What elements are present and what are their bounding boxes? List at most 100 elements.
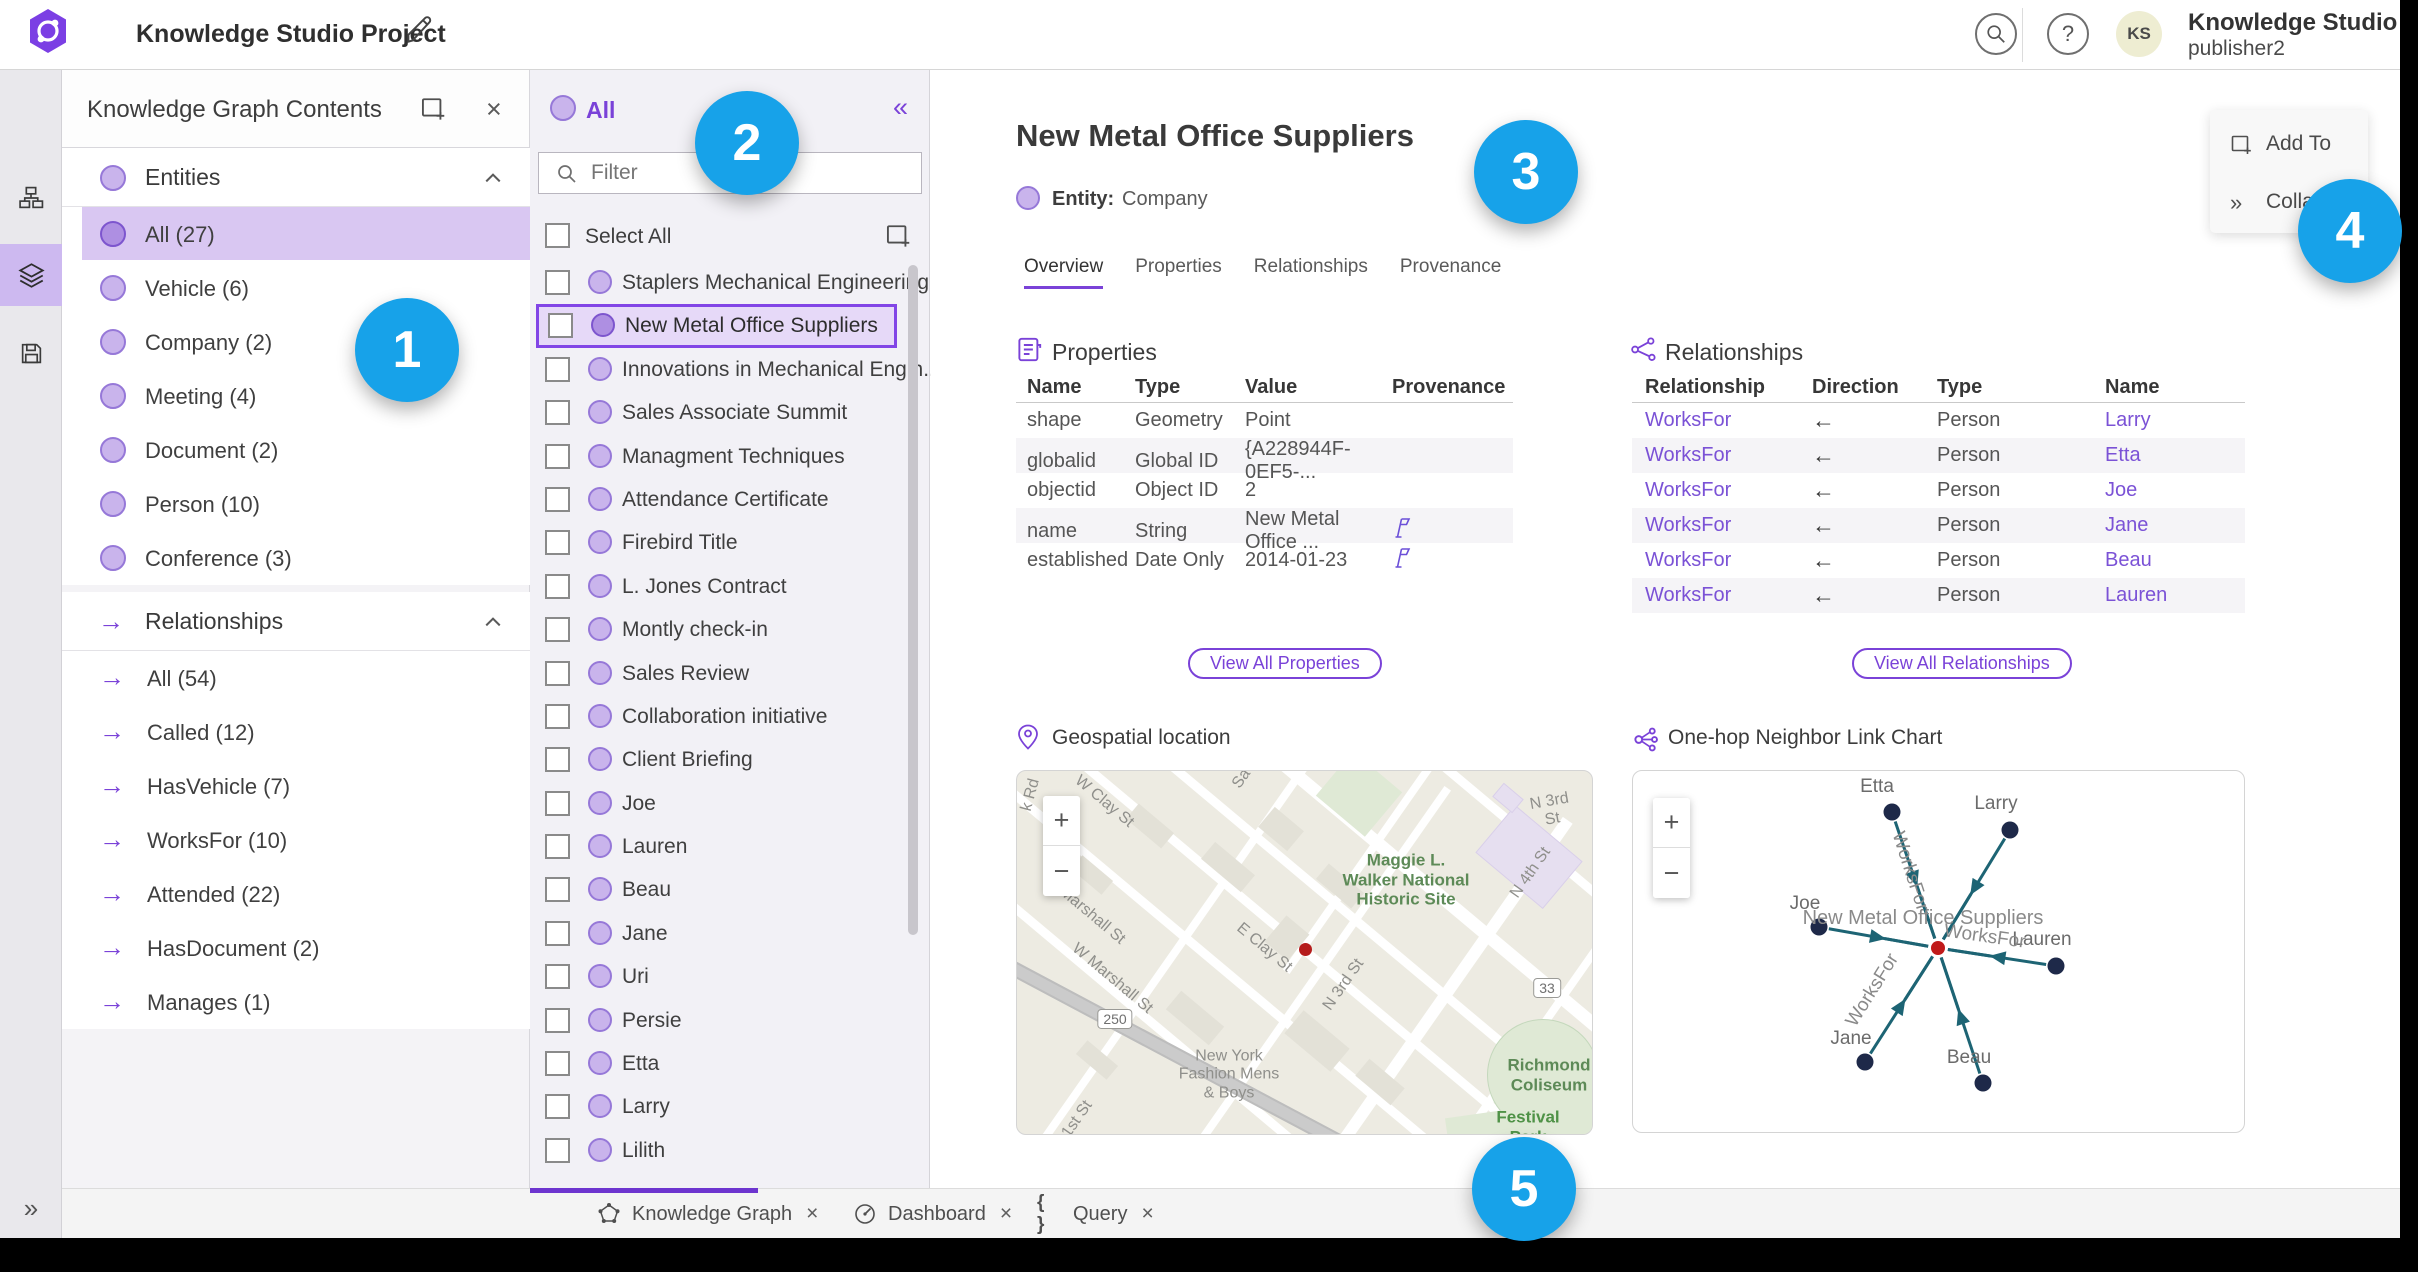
item-checkbox[interactable] [545, 964, 570, 990]
relationship-link[interactable]: WorksFor [1645, 584, 1812, 607]
item-checkbox[interactable] [545, 356, 570, 382]
relationship-type-item[interactable]: → WorksFor (10) [62, 813, 530, 867]
detail-tab[interactable]: Provenance [1400, 256, 1501, 289]
item-checkbox[interactable] [545, 617, 570, 643]
list-item[interactable]: New Metal Office Suppliers [536, 304, 897, 348]
item-checkbox[interactable] [545, 573, 570, 599]
schema-tool-button[interactable] [0, 167, 62, 229]
zoom-out-button[interactable]: − [1043, 846, 1080, 896]
relationship-link[interactable]: WorksFor [1645, 549, 1812, 572]
list-item[interactable]: Innovations in Mechanical Engin... [530, 348, 941, 391]
list-item[interactable]: Lilith [530, 1129, 930, 1172]
view-all-relationships-button[interactable]: View All Relationships [1852, 648, 2072, 679]
list-item[interactable]: Joe [530, 782, 930, 825]
relationship-link[interactable]: WorksFor [1645, 444, 1812, 467]
list-item[interactable]: Larry [530, 1085, 930, 1128]
item-checkbox[interactable] [545, 1094, 570, 1120]
bottom-tab-query[interactable]: { } Query × [1037, 1189, 1154, 1238]
add-to-menu-item[interactable]: Add To [2210, 118, 2368, 170]
item-checkbox[interactable] [545, 920, 570, 946]
add-layer-icon[interactable] [420, 94, 448, 122]
zoom-in-button[interactable]: + [1653, 798, 1690, 848]
search-button[interactable] [1975, 13, 2017, 55]
entity-type-item[interactable]: Company (2) [62, 315, 530, 369]
help-button[interactable]: ? [2047, 13, 2089, 55]
item-checkbox[interactable] [545, 1051, 570, 1077]
bottom-tab-dashboard[interactable]: Dashboard × [852, 1189, 1012, 1238]
list-item[interactable]: Collaboration initiative [530, 695, 930, 738]
avatar[interactable]: KS [2116, 11, 2162, 57]
view-all-properties-button[interactable]: View All Properties [1188, 648, 1382, 679]
relationships-section-header[interactable]: → Relationships [62, 592, 530, 651]
entity-type-item[interactable]: Meeting (4) [62, 369, 530, 423]
list-item[interactable]: Etta [530, 1042, 930, 1085]
close-panel-icon[interactable]: × [486, 94, 502, 125]
list-item[interactable]: Firebird Title [530, 521, 930, 564]
entity-type-item[interactable]: Person (10) [62, 477, 530, 531]
close-tab-icon[interactable]: × [1000, 1202, 1012, 1226]
item-checkbox[interactable] [545, 747, 570, 773]
geospatial-map[interactable]: W Clay St k Rd Sa Maggie L. Walker National… [1016, 770, 1593, 1135]
user-identity[interactable]: Knowledge Studio publisher2 [2188, 9, 2397, 60]
save-tool-button[interactable] [0, 322, 62, 384]
edit-title-pencil-icon[interactable] [402, 14, 436, 48]
item-checkbox[interactable] [548, 313, 573, 339]
list-item[interactable]: Client Briefing [530, 738, 930, 781]
close-tab-icon[interactable]: × [1141, 1202, 1153, 1226]
bottom-tab-knowledge-graph[interactable]: Knowledge Graph × [596, 1189, 818, 1238]
list-item[interactable]: Lauren [530, 825, 930, 868]
add-selection-icon[interactable] [885, 221, 913, 249]
list-item[interactable]: Sales Associate Summit [530, 391, 930, 434]
item-checkbox[interactable] [545, 1007, 570, 1033]
relationship-entity-name-link[interactable]: Etta [2105, 444, 2245, 467]
layers-tool-button[interactable] [0, 244, 62, 306]
relationship-entity-name-link[interactable]: Jane [2105, 514, 2245, 537]
item-checkbox[interactable] [545, 1137, 570, 1163]
entity-type-item[interactable]: Document (2) [62, 423, 530, 477]
list-item[interactable]: Sales Review [530, 652, 930, 695]
relationship-type-item[interactable]: → Called (12) [62, 705, 530, 759]
relationship-link[interactable]: WorksFor [1645, 479, 1812, 502]
relationship-type-item[interactable]: → Attended (22) [62, 867, 530, 921]
expand-rail-button[interactable]: » [0, 1193, 62, 1224]
list-item[interactable]: Staplers Mechanical Engineering [530, 261, 930, 304]
item-checkbox[interactable] [545, 443, 570, 469]
collapse-panel-icon[interactable]: « [893, 92, 908, 123]
entities-section-header[interactable]: Entities [62, 148, 530, 207]
item-checkbox[interactable] [545, 270, 570, 295]
relationship-link[interactable]: WorksFor [1645, 409, 1812, 432]
list-item[interactable]: Beau [530, 868, 930, 911]
relationship-type-item[interactable]: → Manages (1) [62, 975, 530, 1029]
zoom-out-button[interactable]: − [1653, 848, 1690, 898]
entity-type-item[interactable]: Conference (3) [62, 531, 530, 585]
select-all-checkbox[interactable] [545, 223, 570, 248]
list-item[interactable]: Persie [530, 999, 930, 1042]
list-item[interactable]: Uri [530, 955, 930, 998]
detail-tab[interactable]: Overview [1024, 256, 1104, 289]
provenance-flag-icon[interactable] [1392, 516, 1513, 546]
item-checkbox[interactable] [545, 877, 570, 903]
detail-tab[interactable]: Relationships [1254, 256, 1368, 289]
zoom-in-button[interactable]: + [1043, 796, 1080, 846]
list-item[interactable]: Montly check-in [530, 608, 930, 651]
close-tab-icon[interactable]: × [806, 1202, 818, 1226]
list-item[interactable]: L. Jones Contract [530, 565, 930, 608]
item-checkbox[interactable] [545, 530, 570, 556]
item-checkbox[interactable] [545, 790, 570, 816]
relationship-entity-name-link[interactable]: Joe [2105, 479, 2245, 502]
provenance-flag-icon[interactable] [1392, 546, 1513, 576]
chevron-up-icon[interactable] [484, 172, 502, 184]
item-checkbox[interactable] [545, 400, 570, 426]
relationship-type-item[interactable]: → All (54) [62, 651, 530, 705]
item-checkbox[interactable] [545, 703, 570, 729]
relationship-entity-name-link[interactable]: Lauren [2105, 584, 2245, 607]
entity-type-item[interactable]: Vehicle (6) [62, 261, 530, 315]
relationship-entity-name-link[interactable]: Larry [2105, 409, 2245, 432]
list-item[interactable]: Managment Techniques [530, 435, 930, 478]
relationship-link[interactable]: WorksFor [1645, 514, 1812, 537]
relationship-type-item[interactable]: → HasVehicle (7) [62, 759, 530, 813]
one-hop-link-chart[interactable]: Etta Larry Joe Lauren Jane Beau New Metal Offi… [1632, 770, 2245, 1133]
entity-type-item[interactable]: All (27) [62, 207, 530, 261]
list-item[interactable]: Attendance Certificate [530, 478, 930, 521]
item-checkbox[interactable] [545, 486, 570, 512]
